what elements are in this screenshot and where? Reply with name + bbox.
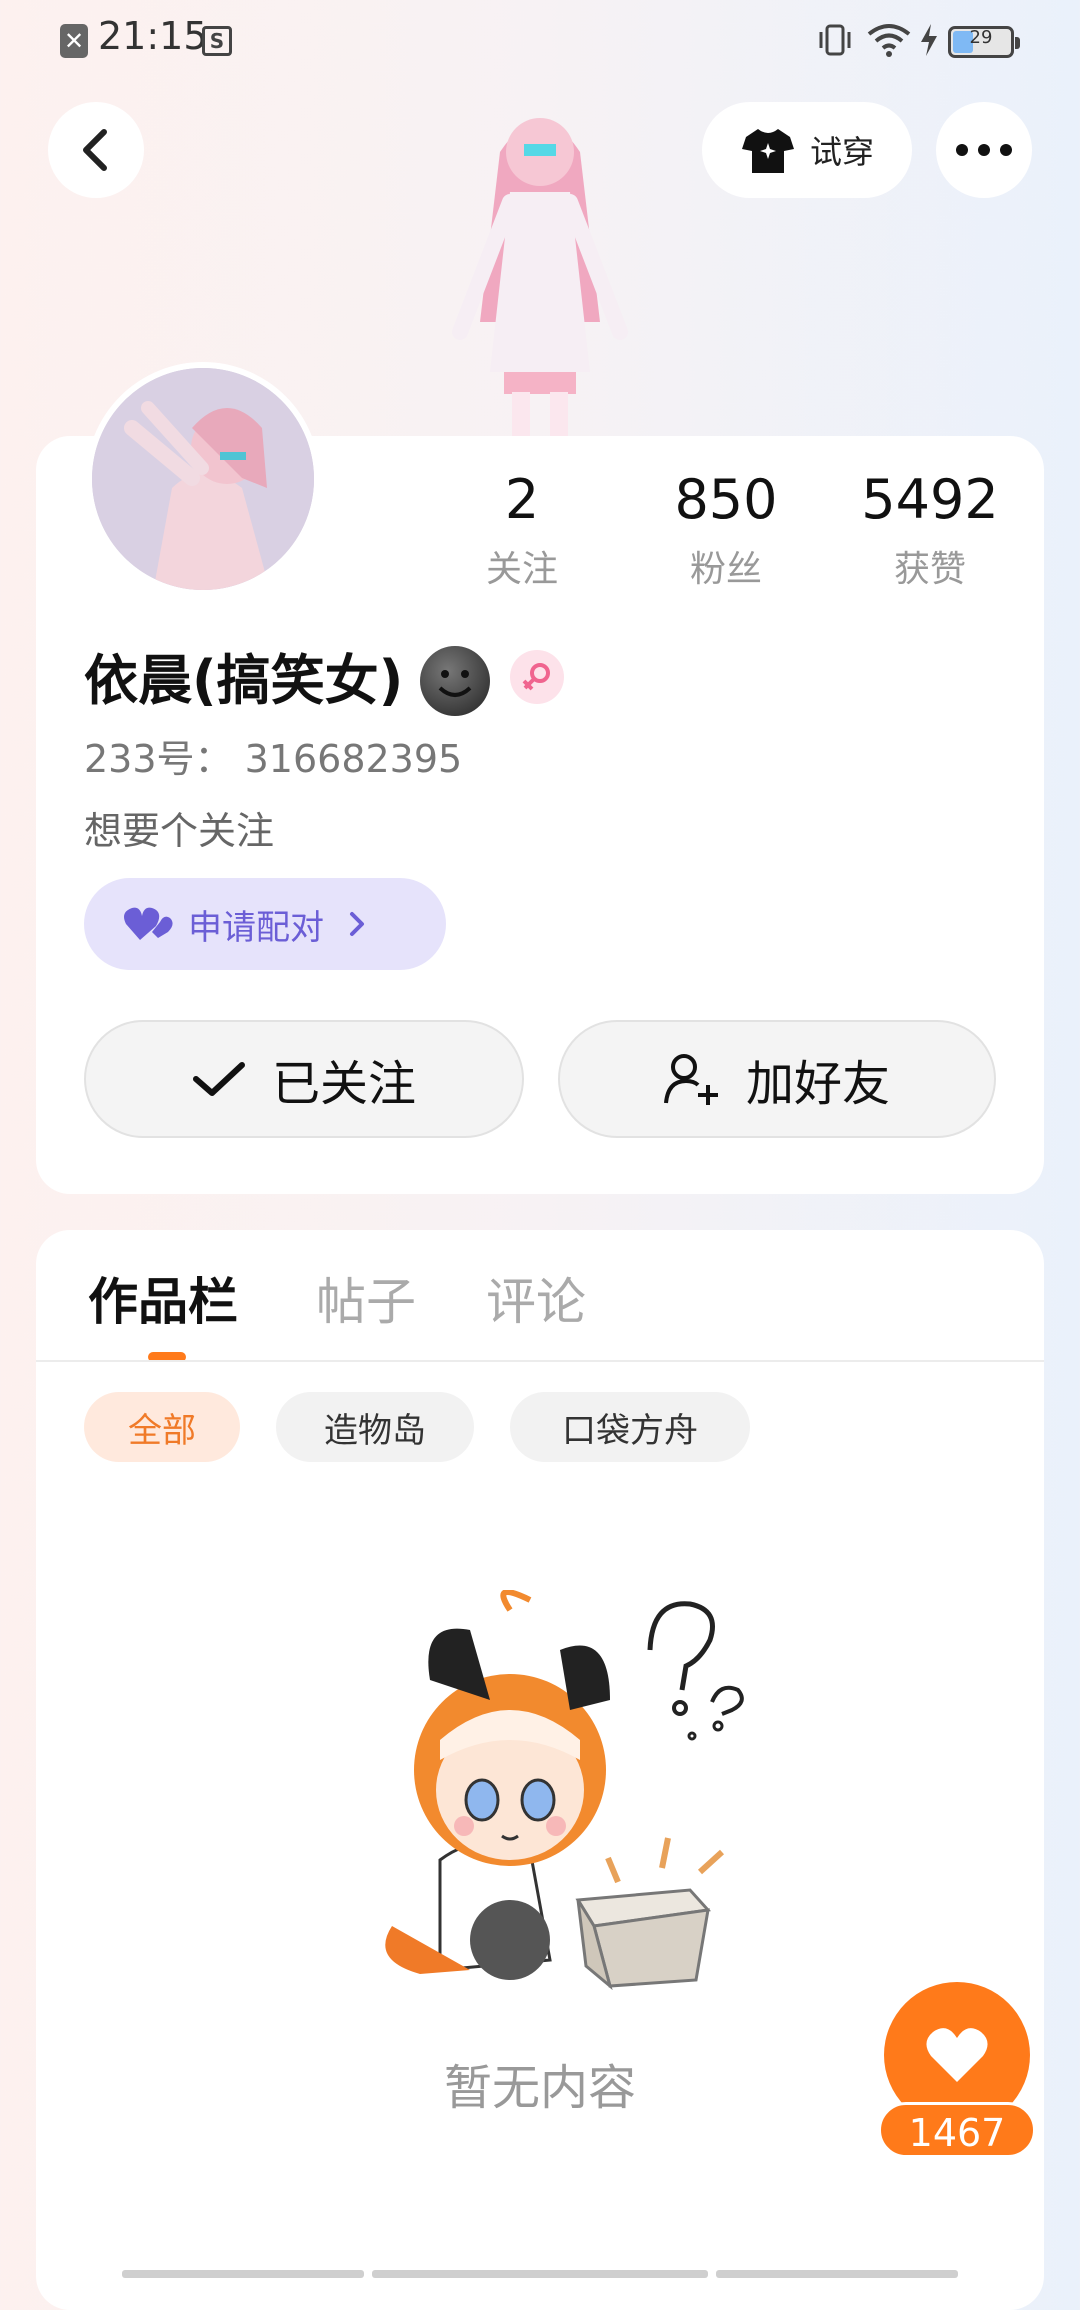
- bottom-indicator: [716, 2270, 958, 2278]
- check-icon: [192, 1062, 245, 1096]
- try-on-button[interactable]: 试穿: [702, 102, 912, 198]
- tab-posts[interactable]: 帖子: [316, 1262, 416, 1334]
- chevron-left-icon: [83, 129, 107, 171]
- bottom-indicator: [372, 2270, 708, 2278]
- double-heart-icon: [124, 907, 173, 940]
- bottom-indicator: [122, 2270, 364, 2278]
- profile-name: 依晨(搞笑女): [84, 636, 403, 715]
- following-button[interactable]: 已关注: [84, 1020, 524, 1138]
- apply-pair-label: 申请配对: [188, 907, 324, 948]
- chip-creation-island[interactable]: 造物岛: [276, 1392, 474, 1462]
- tab-divider: [36, 1360, 1044, 1362]
- tab-comments[interactable]: 评论: [486, 1262, 586, 1334]
- avatar-figure-image: [440, 82, 640, 438]
- dark-face-emoji-icon: [420, 646, 490, 716]
- battery-icon: 29: [948, 26, 1020, 58]
- tshirt-icon: [741, 129, 794, 173]
- following-label[interactable]: 关注: [422, 540, 622, 592]
- chip-all[interactable]: 全部: [84, 1392, 240, 1462]
- user-id[interactable]: 233号： 316682395: [84, 728, 462, 783]
- likes-count: 5492: [861, 468, 999, 531]
- profile-name-text: 依晨(搞笑女): [84, 649, 404, 712]
- followers-count[interactable]: 850: [626, 468, 826, 531]
- more-dots-icon: [956, 144, 1012, 156]
- more-button[interactable]: [936, 102, 1032, 198]
- wifi-icon: [866, 22, 912, 62]
- like-count-badge[interactable]: 1467: [878, 2102, 1036, 2158]
- bio: 想要个关注: [84, 809, 275, 853]
- apply-pair-button[interactable]: 申请配对: [84, 878, 446, 970]
- status-bar: ✕ 21:15 S 29: [0, 0, 1080, 80]
- vibrate-icon: [816, 22, 854, 66]
- empty-state-illustration: [360, 1589, 760, 1991]
- following-count[interactable]: 2: [422, 468, 622, 531]
- status-time: 21:15: [98, 14, 208, 58]
- battery-level: 29: [969, 27, 993, 48]
- following-button-label: 已关注: [271, 1056, 416, 1112]
- avatar[interactable]: [86, 362, 320, 596]
- female-gender-icon: [510, 650, 564, 704]
- add-friend-icon: [663, 1054, 718, 1105]
- chip-pocket-ark[interactable]: 口袋方舟: [510, 1392, 750, 1462]
- followers-label[interactable]: 粉丝: [626, 540, 826, 592]
- add-friend-label: 加好友: [745, 1056, 890, 1112]
- tab-works[interactable]: 作品栏: [88, 1262, 238, 1334]
- back-button[interactable]: [48, 102, 144, 198]
- try-on-label: 试穿: [809, 133, 874, 171]
- heart-icon: [926, 2028, 988, 2082]
- charging-icon: [918, 22, 940, 62]
- likes-label: 获赞: [893, 549, 966, 590]
- screenshot-icon: S: [202, 26, 232, 56]
- add-friend-button[interactable]: 加好友: [558, 1020, 996, 1138]
- chevron-right-icon: [350, 912, 364, 936]
- close-box-icon: ✕: [60, 24, 88, 58]
